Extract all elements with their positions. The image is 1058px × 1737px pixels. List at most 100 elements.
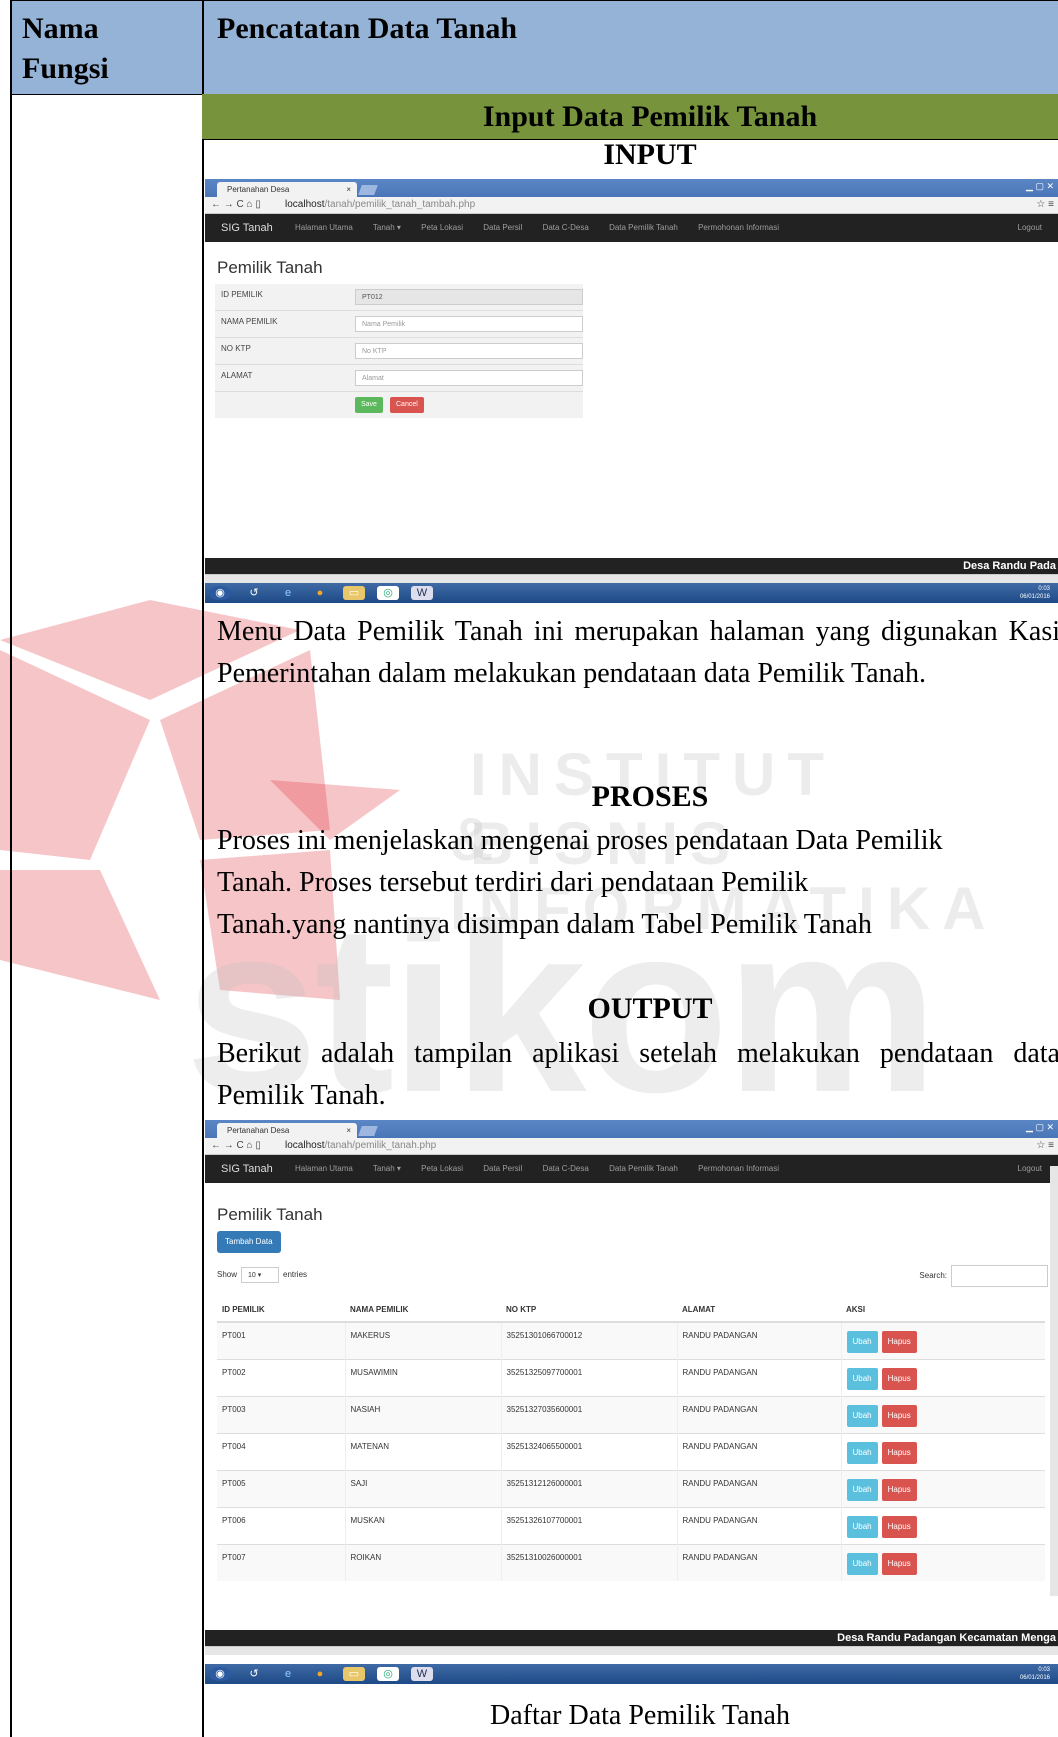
ie-icon[interactable]: e	[277, 586, 299, 600]
app-icon[interactable]: ↺	[243, 586, 265, 600]
nav-item-data-pemilik-tanah[interactable]: Data Pemilik Tanah	[609, 223, 678, 232]
table-cell: 35251326107700001	[500, 1506, 677, 1544]
nama-pemilik-field[interactable]: Nama Pemilik	[355, 316, 583, 332]
column-header[interactable]: ID PEMILIK	[217, 1297, 345, 1323]
nav-item-halaman-utama[interactable]: Halaman Utama	[295, 223, 353, 232]
browser-tab[interactable]: Pertanahan Desa ×	[217, 182, 357, 197]
window-controls-icon[interactable]: ▁ ▢ ✕	[1026, 1122, 1054, 1133]
ubah-button[interactable]: Ubah	[846, 1478, 878, 1501]
table-cell: 35251324065500001	[500, 1432, 677, 1470]
horizontal-scrollbar[interactable]	[205, 1646, 1058, 1655]
clock-date: 06/01/2016	[1019, 1675, 1050, 1681]
nav-item-halaman-utama[interactable]: Halaman Utama	[295, 1164, 353, 1173]
browser-tabbar: Pertanahan Desa × ▁ ▢ ✕	[205, 1120, 1058, 1138]
nav-item-peta-lokasi[interactable]: Peta Lokasi	[421, 223, 463, 232]
tambah-data-button[interactable]: Tambah Data	[217, 1231, 281, 1253]
hapus-button[interactable]: Hapus	[881, 1552, 917, 1575]
hapus-button[interactable]: Hapus	[881, 1367, 917, 1390]
address-bar[interactable]: ← → C ⌂ ▯ localhost/tanah/pemilik_tanah_…	[205, 197, 1058, 214]
nav-item-data-c-desa[interactable]: Data C-Desa	[543, 1164, 589, 1173]
hapus-button[interactable]: Hapus	[881, 1331, 917, 1353]
navbar-brand[interactable]: SIG Tanah	[221, 214, 273, 242]
horizontal-scrollbar[interactable]	[205, 574, 1058, 583]
ubah-button[interactable]: Ubah	[846, 1331, 878, 1353]
column-header[interactable]: NAMA PEMILIK	[345, 1297, 501, 1323]
new-tab-button[interactable]	[358, 185, 378, 195]
chrome-icon[interactable]: ◎	[377, 1667, 399, 1681]
ubah-button[interactable]: Ubah	[846, 1441, 878, 1464]
chrome-icon[interactable]: ◎	[377, 586, 399, 600]
no-ktp-field[interactable]: No KTP	[355, 343, 583, 359]
alamat-field[interactable]: Alamat	[355, 370, 583, 386]
word-icon[interactable]: W	[411, 586, 433, 600]
navbar-brand[interactable]: SIG Tanah	[221, 1155, 273, 1183]
ubah-button[interactable]: Ubah	[846, 1404, 878, 1427]
hapus-button[interactable]: Hapus	[881, 1478, 917, 1501]
table-cell: MAKERUS	[344, 1321, 501, 1359]
hapus-button[interactable]: Hapus	[881, 1404, 917, 1427]
ubah-button[interactable]: Ubah	[846, 1552, 878, 1575]
nav-buttons-icon[interactable]: ← → C ⌂ ▯	[211, 1138, 261, 1154]
nav-item-data-c-desa[interactable]: Data C-Desa	[543, 223, 589, 232]
ubah-button[interactable]: Ubah	[846, 1367, 878, 1390]
ie-icon[interactable]: e	[277, 1667, 299, 1681]
menu-icon[interactable]: ☆ ≡	[1036, 1138, 1054, 1154]
nav-item-permohonan-informasi[interactable]: Permohonan Informasi	[698, 223, 779, 232]
vertical-scrollbar[interactable]	[1050, 1166, 1058, 1596]
table-cell: 35251312126000001	[500, 1469, 677, 1507]
input-description: Menu Data Pemilik Tanah ini merupakan ha…	[217, 616, 1058, 689]
nav-item-permohonan-informasi[interactable]: Permohonan Informasi	[698, 1164, 779, 1173]
nav-item-peta-lokasi[interactable]: Peta Lokasi	[421, 1164, 463, 1173]
nav-item-data-persil[interactable]: Data Persil	[483, 1164, 522, 1173]
section-output-title: OUTPUT	[587, 992, 713, 1025]
nav-item-tanah[interactable]: Tanah ▾	[373, 1164, 401, 1173]
start-button-icon[interactable]: ◉	[209, 1667, 231, 1681]
cancel-button[interactable]: Cancel	[390, 397, 424, 413]
window-controls-icon[interactable]: ▁ ▢ ✕	[1026, 181, 1054, 192]
hapus-button[interactable]: Hapus	[881, 1515, 917, 1538]
clock-time: 0:03	[1038, 586, 1050, 592]
column-header[interactable]: NO KTP	[501, 1297, 677, 1323]
entries-select[interactable]: 10 ▾	[241, 1267, 280, 1283]
logout-link[interactable]: Logout	[1018, 1155, 1042, 1183]
pemilik-form: ID PEMILIK PT012 NAMA PEMILIK Nama Pemilik…	[215, 284, 583, 418]
field-label: ALAMAT	[221, 371, 253, 380]
table-cell: MATENAN	[344, 1432, 501, 1470]
column-header[interactable]: ALAMAT	[677, 1297, 841, 1323]
tab-close-icon[interactable]: ×	[346, 1123, 351, 1138]
folder-icon[interactable]: ▭	[343, 586, 365, 600]
new-tab-button[interactable]	[358, 1126, 378, 1136]
ubah-button[interactable]: Ubah	[846, 1515, 878, 1538]
folder-icon[interactable]: ▭	[343, 1667, 365, 1681]
table-cell: PT007	[217, 1543, 345, 1581]
table-row: PT006 MUSKAN 35251326107700001 RANDU PADANG…	[217, 1506, 1045, 1544]
media-icon[interactable]: ●	[309, 1667, 331, 1681]
nav-buttons-icon[interactable]: ← → C ⌂ ▯	[211, 197, 261, 213]
address-bar[interactable]: ← → C ⌂ ▯ localhost/tanah/pemilik_tanah.…	[205, 1138, 1058, 1155]
table-row: PT003 NASIAH 35251327035600001 RANDU PADANG…	[217, 1395, 1045, 1433]
browser-tab[interactable]: Pertanahan Desa ×	[217, 1123, 357, 1138]
app-icon[interactable]: ↺	[243, 1667, 265, 1681]
aksi-cell: Ubah Hapus	[840, 1506, 1045, 1544]
tab-close-icon[interactable]: ×	[346, 182, 351, 197]
aksi-cell: Ubah Hapus	[840, 1321, 1045, 1359]
url-host: localhost	[285, 1140, 325, 1151]
menu-icon[interactable]: ☆ ≡	[1036, 197, 1054, 213]
form-row: NAMA PEMILIK Nama Pemilik	[215, 311, 583, 338]
table-cell: 35251310026000001	[500, 1543, 677, 1581]
figure-caption: Daftar Data Pemilik Tanah	[490, 1700, 790, 1731]
nav-item-tanah[interactable]: Tanah ▾	[373, 223, 401, 232]
save-button[interactable]: Save	[355, 397, 383, 413]
start-button-icon[interactable]: ◉	[209, 586, 231, 600]
logout-link[interactable]: Logout	[1018, 214, 1042, 242]
word-icon[interactable]: W	[411, 1667, 433, 1681]
table-cell: MUSAWIMIN	[344, 1358, 501, 1396]
table-cell: RANDU PADANGAN	[676, 1506, 841, 1544]
table-cell: RANDU PADANGAN	[676, 1358, 841, 1396]
nav-item-data-persil[interactable]: Data Persil	[483, 223, 522, 232]
search-input[interactable]	[951, 1265, 1048, 1287]
media-icon[interactable]: ●	[309, 586, 331, 600]
nav-item-data-pemilik-tanah[interactable]: Data Pemilik Tanah	[609, 1164, 678, 1173]
column-header[interactable]: AKSI	[841, 1297, 1045, 1323]
hapus-button[interactable]: Hapus	[881, 1441, 917, 1464]
